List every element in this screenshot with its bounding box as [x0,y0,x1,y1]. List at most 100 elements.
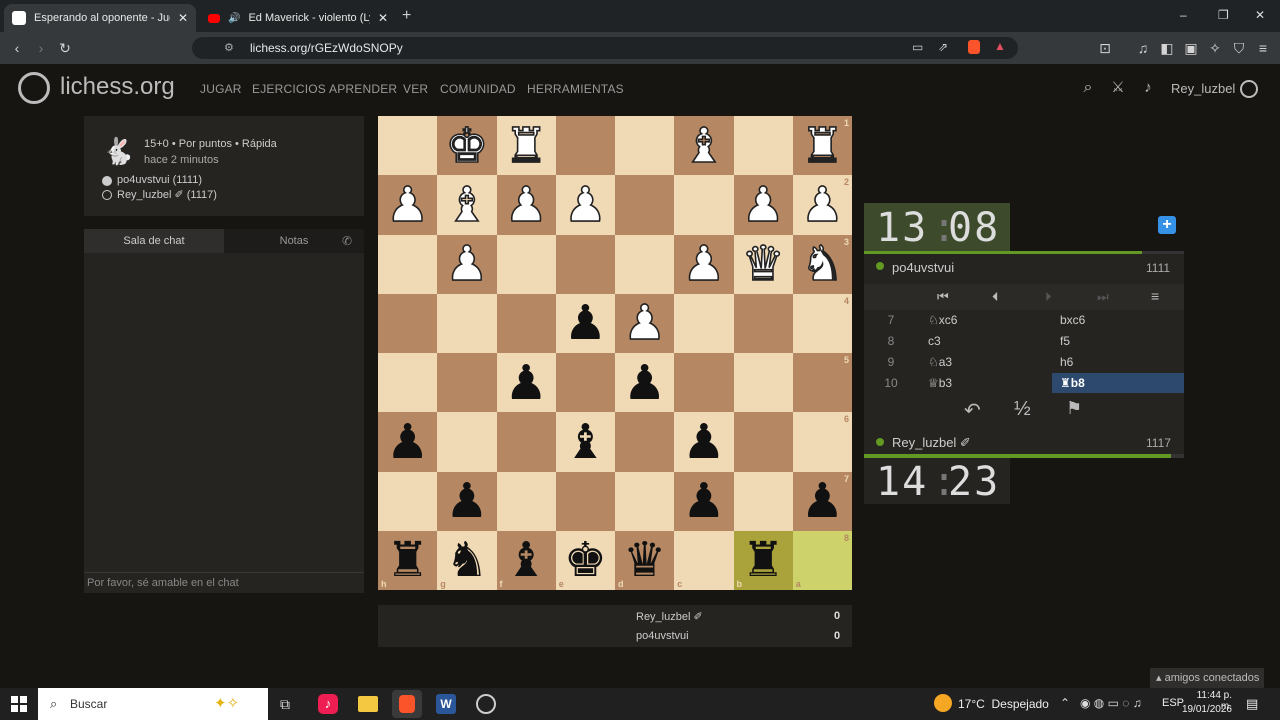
lichess-logo-icon[interactable] [18,72,50,104]
board-square[interactable] [378,116,438,176]
taskbar-search[interactable]: ⌕ Buscar ✦✧ [38,688,268,720]
site-info-icon[interactable]: ⚙ [224,41,234,54]
app-icon[interactable] [476,694,496,714]
board-square[interactable]: ♟ [733,175,793,235]
board-square[interactable] [733,116,793,176]
menu-icon[interactable]: ≡ [1151,288,1159,304]
board-square[interactable]: ♜ h [378,530,438,590]
black-pawn-icon[interactable]: ♟ [445,476,488,526]
white-player[interactable]: po4uvstvui (1111) [117,174,202,186]
board-square[interactable]: ♞ g [437,530,497,590]
board-square[interactable]: ♝ f [496,530,556,590]
menu-icon[interactable]: ≡ [1254,40,1272,56]
board-square[interactable] [555,234,615,294]
last-move-icon[interactable]: ⏭ [1097,289,1109,305]
board-square[interactable]: ♜ 1 [792,116,852,176]
board-square[interactable]: ♟ [378,175,438,235]
board-square[interactable] [378,353,438,413]
chess-board[interactable]: ♚ ♜ ♝ ♜ 1 ♟ ♝ ♟ ♟ ♟ ♟ 2 ♟ ♟ ♛ ♞ 3 ♟ ♟ 4 ♟ ♟ 5 ♟ ♝ ♟ 6 ♟ ♟ ♟ 7 ♜ h ♞ g ♝ f ♚ e ♛… [378,116,852,590]
white-pawn-icon[interactable]: ♟ [622,298,667,350]
add-time-button[interactable]: + [1158,216,1176,234]
board-square[interactable]: ♟ [496,353,556,413]
prev-move-icon[interactable]: ⏴ [992,289,999,305]
board-square[interactable] [733,353,793,413]
white-pawn-icon[interactable]: ♟ [504,179,549,231]
black-bishop-icon[interactable]: ♝ [505,535,548,585]
board-square[interactable] [378,293,438,353]
close-tab-icon[interactable]: ✕ [378,11,388,25]
white-king-icon[interactable]: ♚ [445,120,490,172]
board-square[interactable] [615,175,675,235]
reload-icon[interactable]: ↻ [56,40,74,56]
white-bishop-icon[interactable]: ♝ [445,179,490,231]
white-pawn-icon[interactable]: ♟ [385,179,430,231]
board-square[interactable] [674,293,734,353]
board-square[interactable] [437,293,497,353]
user-avatar-icon[interactable] [1240,80,1258,98]
board-square[interactable]: 8a [792,530,852,590]
black-king-icon[interactable]: ♚ [564,535,607,585]
board-square[interactable]: ♟ [674,234,734,294]
board-square[interactable] [555,116,615,176]
board-square[interactable] [733,293,793,353]
board-square[interactable]: ♟ [555,175,615,235]
notifications-icon[interactable]: ▤ [1246,696,1258,712]
tab-youtube[interactable]: 🔊 Ed Maverick - violento (Lyric Vide ✕ [200,4,396,32]
nav-aprender[interactable]: APRENDER [329,82,397,96]
tab-chat[interactable]: Sala de chat [84,229,224,253]
board-square[interactable] [437,353,497,413]
share-icon[interactable]: ⇗ [938,40,948,54]
board-square[interactable]: ♟ [615,293,675,353]
white-rook-icon[interactable]: ♜ [800,120,845,172]
black-move[interactable]: f5 [1052,331,1184,351]
board-square[interactable]: ♚ e [555,530,615,590]
board-square[interactable] [615,471,675,531]
opponent-name[interactable]: po4uvstvui [892,260,954,275]
board-square[interactable]: ♟ [437,471,497,531]
windows-start-icon[interactable] [11,696,27,712]
board-square[interactable]: ♟ [378,412,438,472]
my-name[interactable]: Rey_luzbel ✐ [892,435,971,451]
sidebar-icon[interactable]: ◧ [1158,40,1176,56]
search-icon[interactable]: ⌕ [1079,80,1097,96]
chat-input[interactable]: Por favor, sé amable en el chat [84,572,364,593]
black-pawn-icon[interactable]: ♟ [682,417,725,467]
nav-ejercicios[interactable]: EJERCICIOS [252,82,326,96]
swords-icon[interactable]: ⚔ [1109,80,1127,96]
board-square[interactable] [674,353,734,413]
tab-active[interactable]: Esperando al oponente - Jugar p ✕ [4,4,196,32]
friends-online-button[interactable]: ▴ amigos conectados [1150,668,1264,688]
phone-icon[interactable]: ✆ [342,234,352,248]
board-square[interactable]: 6 [792,412,852,472]
close-tab-icon[interactable]: ✕ [178,11,188,25]
brave-rewards-icon[interactable]: ▲ [994,39,1006,53]
maximize-button[interactable]: ❐ [1218,8,1229,22]
white-move[interactable]: ♘a3 [928,355,952,369]
board-square[interactable] [555,353,615,413]
board-square[interactable] [733,471,793,531]
board-square[interactable]: ♝ [555,412,615,472]
site-logo[interactable]: lichess.org [60,73,175,101]
board-square[interactable]: 4 [792,293,852,353]
black-move[interactable]: h6 [1052,352,1184,372]
next-move-icon[interactable]: ⏵ [1045,289,1052,305]
board-square[interactable]: ♟ 2 [792,175,852,235]
clock-date[interactable]: 19/01/2026 [1176,704,1232,715]
back-icon[interactable]: ‹ [8,40,26,56]
black-pawn-icon[interactable]: ♟ [564,298,607,348]
board-square[interactable] [733,412,793,472]
brave-shields-icon[interactable] [968,40,980,54]
url-text[interactable]: lichess.org/rGEzWdoSNOPy [250,41,403,55]
white-pawn-icon[interactable]: ♟ [800,179,845,231]
black-pawn-icon[interactable]: ♟ [386,417,429,467]
board-square[interactable]: ♟ [496,175,556,235]
nav-ver[interactable]: VER [403,82,428,96]
minimize-button[interactable]: – [1180,8,1192,22]
board-square[interactable]: ♞ 3 [792,234,852,294]
black-pawn-icon[interactable]: ♟ [682,476,725,526]
board-square[interactable]: ♟ [437,234,497,294]
tray-icons[interactable]: ◉ ◍ ▭ ◌ ♫ [1080,696,1142,710]
black-pawn-icon[interactable]: ♟ [801,476,844,526]
board-square[interactable]: ♝ [437,175,497,235]
board-square[interactable]: ♟ 7 [792,471,852,531]
